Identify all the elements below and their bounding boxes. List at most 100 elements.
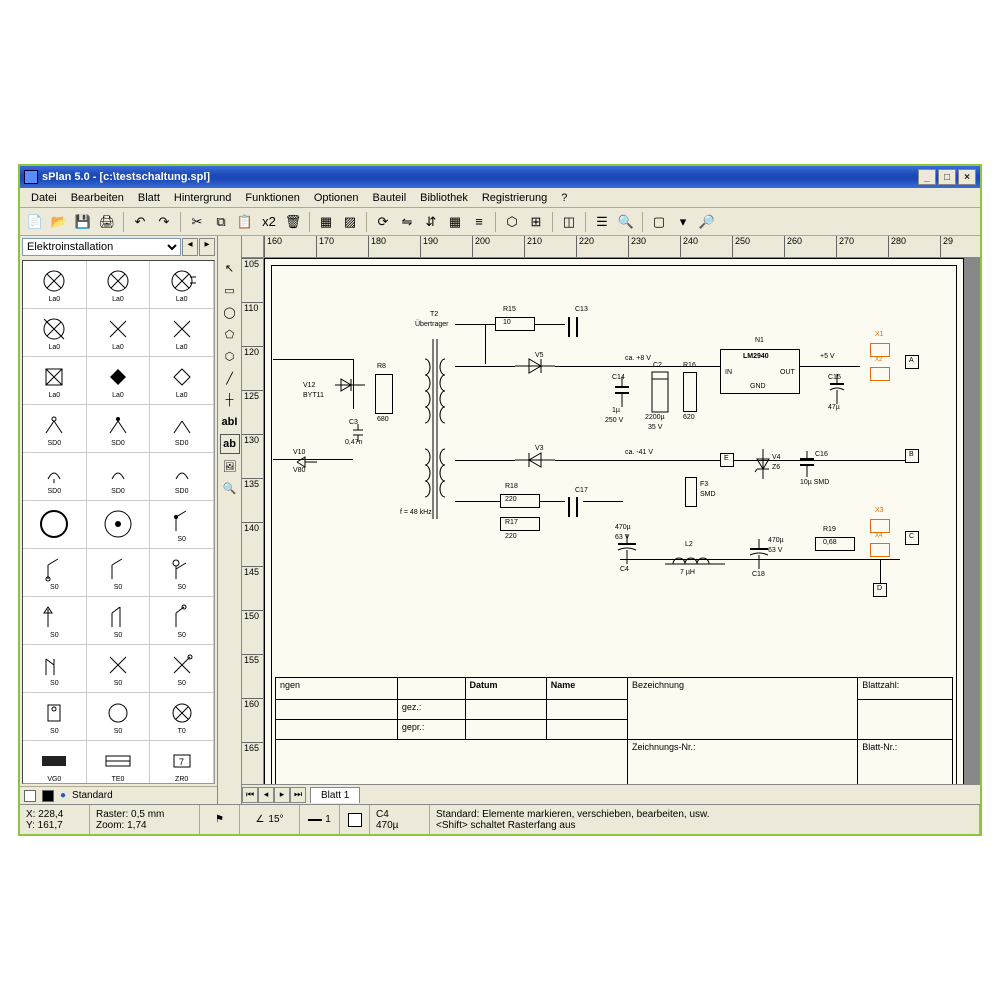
component-cell[interactable]: SD0: [87, 405, 151, 453]
menu-bearbeiten[interactable]: Bearbeiten: [64, 190, 131, 206]
select-mode-icon[interactable]: ◫: [558, 211, 580, 233]
layer-bar: ● Standard: [20, 786, 217, 804]
menu-bauteil[interactable]: Bauteil: [366, 190, 414, 206]
mirror-h-icon[interactable]: ⇋: [396, 211, 418, 233]
zoom-tool-icon[interactable]: 🔍: [220, 478, 240, 498]
component-cell[interactable]: S0: [23, 549, 87, 597]
junction-tool-icon[interactable]: ┼: [220, 390, 240, 410]
snap-icon[interactable]: ⊞: [525, 211, 547, 233]
menu-bibliothek[interactable]: Bibliothek: [413, 190, 475, 206]
textlabel-tool-icon[interactable]: abI: [220, 412, 240, 432]
color-swatch[interactable]: [348, 813, 362, 827]
component-cell[interactable]: VG0: [23, 741, 87, 784]
canvas-viewport[interactable]: V12 BYT11 V10 V80 R8 680 C3 0,47n: [264, 258, 980, 784]
ellipse-tool-icon[interactable]: ◯: [220, 302, 240, 322]
component-cell[interactable]: La0: [150, 357, 214, 405]
library-select[interactable]: Elektroinstallation: [22, 238, 181, 256]
component-cell[interactable]: 7ZR0: [150, 741, 214, 784]
component-cell[interactable]: S0: [87, 693, 151, 741]
component-cell[interactable]: La0: [150, 309, 214, 357]
component-icon[interactable]: ⬡: [501, 211, 523, 233]
grid-icon[interactable]: ▦: [444, 211, 466, 233]
sheet-last-button[interactable]: ⏭: [290, 787, 306, 803]
component-cell[interactable]: SD0: [87, 453, 151, 501]
component-cell[interactable]: S0: [150, 645, 214, 693]
sheet-tab[interactable]: Blatt 1: [310, 787, 360, 803]
redo-icon[interactable]: ↷: [153, 211, 175, 233]
open-icon[interactable]: 📂: [48, 211, 70, 233]
component-cell[interactable]: La0: [87, 261, 151, 309]
component-cell[interactable]: S0: [23, 645, 87, 693]
shape-tool-icon[interactable]: ⬡: [220, 346, 240, 366]
sheet-prev-button[interactable]: ◂: [258, 787, 274, 803]
rect-tool-icon[interactable]: ▭: [220, 280, 240, 300]
align-icon[interactable]: ≡: [468, 211, 490, 233]
component-cell[interactable]: La0: [23, 309, 87, 357]
component-cell[interactable]: SD0: [150, 453, 214, 501]
copy-icon[interactable]: ⧉: [210, 211, 232, 233]
component-cell[interactable]: S0: [87, 549, 151, 597]
lib-next-button[interactable]: ▸: [199, 238, 215, 256]
component-cell[interactable]: La0: [150, 261, 214, 309]
delete-icon[interactable]: 🗑: [282, 211, 304, 233]
component-cell[interactable]: SD0: [150, 405, 214, 453]
component-cell[interactable]: S0: [150, 597, 214, 645]
new-icon[interactable]: 📄: [24, 211, 46, 233]
image-tool-icon[interactable]: 🖼: [220, 456, 240, 476]
cut-icon[interactable]: ✂: [186, 211, 208, 233]
component-cell[interactable]: S0: [23, 597, 87, 645]
mirror-v-icon[interactable]: ⇵: [420, 211, 442, 233]
bg-swatch[interactable]: [42, 790, 54, 802]
zoom-icon[interactable]: 🔎: [696, 211, 718, 233]
group-icon[interactable]: ▦: [315, 211, 337, 233]
component-cell[interactable]: S0: [87, 645, 151, 693]
component-cell[interactable]: S0: [150, 501, 214, 549]
menu-hintergrund[interactable]: Hintergrund: [167, 190, 238, 206]
dropdown-icon[interactable]: ▾: [672, 211, 694, 233]
component-cell[interactable]: La0: [87, 357, 151, 405]
sheet-first-button[interactable]: ⏮: [242, 787, 258, 803]
save-icon[interactable]: 💾: [72, 211, 94, 233]
application-window: sPlan 5.0 - [c:\testschaltung.spl] _ □ ×…: [18, 164, 982, 836]
component-grid: La0La0La0La0La0La0La0La0La0SD0SD0SD0SD0S…: [22, 260, 215, 784]
menu-funktionen[interactable]: Funktionen: [238, 190, 306, 206]
component-cell[interactable]: T0: [150, 693, 214, 741]
component-cell[interactable]: SD0: [23, 405, 87, 453]
component-cell[interactable]: S0: [87, 597, 151, 645]
polygon-tool-icon[interactable]: ⬠: [220, 324, 240, 344]
drawing-canvas[interactable]: V12 BYT11 V10 V80 R8 680 C3 0,47n: [264, 258, 964, 784]
component-cell[interactable]: La0: [23, 261, 87, 309]
lib-prev-button[interactable]: ◂: [182, 238, 198, 256]
close-button[interactable]: ×: [958, 169, 976, 185]
component-cell[interactable]: La0: [87, 309, 151, 357]
component-cell[interactable]: TE0: [87, 741, 151, 784]
ungroup-icon[interactable]: ▨: [339, 211, 361, 233]
find-icon[interactable]: 🔍: [615, 211, 637, 233]
selection-name: C4: [376, 809, 423, 820]
component-cell[interactable]: [23, 501, 87, 549]
paste-icon[interactable]: 📋: [234, 211, 256, 233]
print-icon[interactable]: 🖨: [96, 211, 118, 233]
page-icon[interactable]: ▢: [648, 211, 670, 233]
rotate-icon[interactable]: ⟳: [372, 211, 394, 233]
component-cell[interactable]: SD0: [23, 453, 87, 501]
duplicate-icon[interactable]: x2: [258, 211, 280, 233]
maximize-button[interactable]: □: [938, 169, 956, 185]
component-cell[interactable]: [87, 501, 151, 549]
text-tool-icon[interactable]: ab: [220, 434, 240, 454]
component-cell[interactable]: S0: [150, 549, 214, 597]
menu-help[interactable]: ?: [554, 190, 574, 206]
line-tool-icon[interactable]: ╱: [220, 368, 240, 388]
pointer-tool-icon[interactable]: ↖: [220, 258, 240, 278]
undo-icon[interactable]: ↶: [129, 211, 151, 233]
menu-datei[interactable]: Datei: [24, 190, 64, 206]
sheet-next-button[interactable]: ▸: [274, 787, 290, 803]
menu-blatt[interactable]: Blatt: [131, 190, 167, 206]
fg-swatch[interactable]: [24, 790, 36, 802]
minimize-button[interactable]: _: [918, 169, 936, 185]
list-icon[interactable]: ☰: [591, 211, 613, 233]
component-cell[interactable]: La0: [23, 357, 87, 405]
menu-optionen[interactable]: Optionen: [307, 190, 366, 206]
menu-registrierung[interactable]: Registrierung: [475, 190, 554, 206]
component-cell[interactable]: S0: [23, 693, 87, 741]
